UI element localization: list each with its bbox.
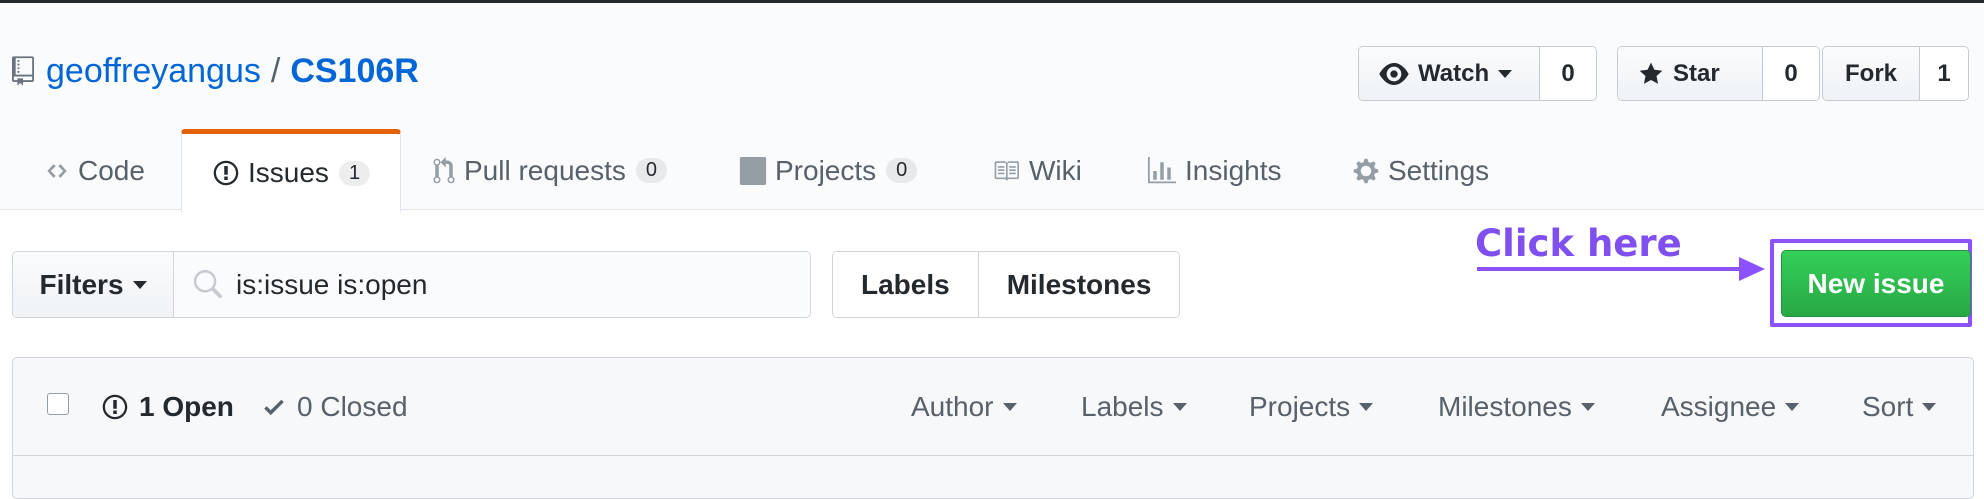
milestones-filter-label: Milestones [1438,390,1572,422]
issue-opened-icon [213,160,239,186]
labels-filter-menu[interactable]: Labels [1081,358,1187,455]
book-icon [994,160,1019,181]
git-pull-request-icon [433,156,455,183]
projects-filter-label: Projects [1249,390,1351,422]
star-button[interactable]: Star [1618,47,1763,100]
watch-label: Watch [1418,59,1490,87]
filters-dropdown-button[interactable]: Filters [13,252,174,317]
graph-icon [1148,156,1176,183]
repo-title: geoffreyangus / CS106R [12,49,419,93]
watch-button-group: Watch 0 [1358,46,1597,101]
path-separator: / [270,51,281,90]
issues-list-box: 1 Open 0 Closed Author Labels Projects M… [12,357,1974,499]
fork-label: Fork [1845,59,1898,87]
repo-header: geoffreyangus / CS106R Watch 0 Star 0 Fo… [0,3,1984,213]
new-issue-button[interactable]: New issue [1781,250,1971,317]
code-icon [47,163,67,178]
open-issues-label: 1 Open [139,390,234,422]
tab-wiki-label: Wiki [1029,154,1082,186]
tab-projects-count: 0 [886,158,918,183]
closed-issues-link[interactable]: 0 Closed [261,358,408,455]
select-all-checkbox[interactable] [47,393,69,415]
repo-nav-tabs: Code Issues 1 Pull requests 0 Projects 0… [0,129,1984,213]
tab-insights-label: Insights [1185,154,1282,186]
repo-icon [12,56,34,86]
chevron-down-icon [1172,402,1187,411]
assignee-filter-label: Assignee [1661,390,1777,422]
issues-search-input[interactable]: is:issue is:open [174,252,810,317]
tab-projects-label: Projects [775,154,877,186]
star-label: Star [1673,59,1720,87]
chevron-down-icon [1922,402,1937,411]
fork-count[interactable]: 1 [1920,47,1968,100]
tab-wiki[interactable]: Wiki [991,129,1082,212]
labels-filter-label: Labels [1081,390,1164,422]
tab-pull-requests-count: 0 [635,158,667,183]
star-button-group: Star 0 [1617,46,1820,101]
annotation-arrow-icon [1477,257,1765,281]
closed-issues-label: 0 Closed [297,390,408,422]
watch-count[interactable]: 0 [1540,47,1596,100]
tab-code[interactable]: Code [44,129,145,212]
fork-button[interactable]: Fork [1823,47,1920,100]
search-icon [193,269,222,298]
assignee-filter-menu[interactable]: Assignee [1661,358,1800,455]
projects-filter-menu[interactable]: Projects [1249,358,1374,455]
filter-search-group: Filters is:issue is:open [12,251,811,318]
tab-code-label: Code [78,154,145,186]
repo-owner-link[interactable]: geoffreyangus [46,52,261,91]
fork-button-group: Fork 1 [1822,46,1969,101]
project-icon [739,156,767,185]
tab-issues-label: Issues [248,157,329,188]
author-filter-label: Author [911,390,994,422]
tab-settings-label: Settings [1388,154,1490,186]
star-count[interactable]: 0 [1763,47,1819,100]
sort-filter-menu[interactable]: Sort [1862,358,1937,455]
tab-issues-count: 1 [338,160,371,186]
chevron-down-icon [1580,402,1595,411]
chevron-down-icon [1785,402,1800,411]
milestones-button[interactable]: Milestones [977,252,1180,317]
issue-opened-icon [102,394,128,419]
repo-name-link[interactable]: CS106R [290,52,419,91]
tab-pull-requests-label: Pull requests [464,154,626,186]
tab-issues[interactable]: Issues 1 [181,129,401,213]
tab-projects[interactable]: Projects 0 [739,129,918,212]
chevron-down-icon [1002,402,1017,411]
gear-icon [1353,158,1379,183]
chevron-down-icon [132,280,147,289]
filters-label: Filters [39,268,124,300]
issues-list-header: 1 Open 0 Closed Author Labels Projects M… [13,358,1973,456]
search-value: is:issue is:open [236,268,428,300]
sort-filter-label: Sort [1862,390,1914,422]
tab-pull-requests[interactable]: Pull requests 0 [432,129,667,212]
star-icon [1639,62,1663,84]
milestones-filter-menu[interactable]: Milestones [1438,358,1595,455]
tab-settings[interactable]: Settings [1352,129,1489,212]
open-issues-link[interactable]: 1 Open [101,358,234,455]
labels-milestones-group: Labels Milestones [832,251,1181,318]
tab-insights[interactable]: Insights [1147,129,1282,212]
check-icon [264,399,284,415]
labels-button[interactable]: Labels [833,252,978,317]
watch-button[interactable]: Watch [1359,47,1540,100]
author-filter-menu[interactable]: Author [911,358,1017,455]
chevron-down-icon [1359,402,1374,411]
eye-icon [1379,62,1409,85]
chevron-down-icon [1498,69,1513,78]
